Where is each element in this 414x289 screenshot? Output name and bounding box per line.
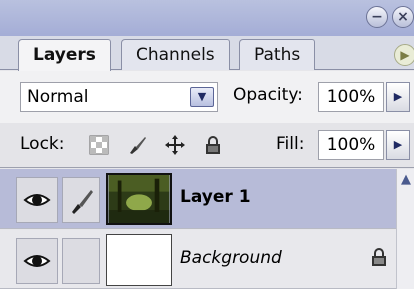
scroll-up-arrow-icon[interactable]: ▲ <box>397 169 414 191</box>
chevron-right-icon: ▶ <box>393 138 403 151</box>
layer-thumbnail[interactable] <box>106 234 172 286</box>
lock-transparency-icon[interactable] <box>88 134 110 156</box>
eye-icon <box>23 194 51 206</box>
lock-image-pixels-icon[interactable] <box>126 134 148 156</box>
minimize-button[interactable]: − <box>366 6 388 28</box>
lock-label: Lock: <box>20 134 65 154</box>
visibility-toggle[interactable] <box>16 177 58 223</box>
panel-titlebar: − × <box>0 0 414 36</box>
layers-scrollbar[interactable]: ▲ <box>396 169 414 289</box>
layer-link-cell[interactable] <box>62 238 100 284</box>
fill-label: Fill: <box>276 134 305 154</box>
visibility-toggle[interactable] <box>16 238 58 284</box>
blend-mode-value: Normal <box>27 87 89 107</box>
opacity-label: Opacity: <box>233 85 303 105</box>
tab-channels[interactable]: Channels <box>121 39 230 70</box>
layer-row-layer-1[interactable]: Layer 1 <box>0 169 396 229</box>
tab-layers[interactable]: Layers <box>18 39 111 71</box>
fill-slider-button[interactable]: ▶ <box>386 130 410 160</box>
layer-row-background[interactable]: Background <box>0 230 396 289</box>
menu-arrow-icon: ▶ <box>400 48 410 62</box>
brush-icon <box>72 190 93 214</box>
layer-name: Background <box>180 248 282 268</box>
panel-tab-strip: Layers Channels Paths ▶ <box>0 36 414 71</box>
lock-icon <box>372 248 386 266</box>
lock-all-icon[interactable] <box>202 134 224 156</box>
chevron-right-icon: ▶ <box>393 90 403 103</box>
tab-paths[interactable]: Paths <box>239 39 316 70</box>
lock-fill-row: Lock: Fill: 100% ▶ <box>0 123 414 168</box>
layer-thumbnail[interactable] <box>106 173 172 225</box>
opacity-input[interactable]: 100% <box>318 82 384 112</box>
close-icon: × <box>397 9 409 25</box>
blend-mode-select[interactable]: Normal ▼ <box>20 82 218 112</box>
chevron-down-icon[interactable]: ▼ <box>190 87 214 107</box>
layer-link-cell[interactable] <box>62 177 100 223</box>
blend-opacity-row: Normal ▼ Opacity: 100% ▶ <box>0 71 414 123</box>
layer-name: Layer 1 <box>180 187 251 207</box>
opacity-slider-button[interactable]: ▶ <box>386 82 410 112</box>
lock-position-icon[interactable] <box>164 134 186 156</box>
layers-panel: − × Layers Channels Paths ▶ Normal ▼ Opa… <box>0 0 414 289</box>
eye-icon <box>23 255 51 267</box>
fill-input[interactable]: 100% <box>318 130 384 160</box>
close-button[interactable]: × <box>392 6 414 28</box>
panel-menu-button[interactable]: ▶ <box>394 44 414 66</box>
minimize-icon: − <box>371 9 383 25</box>
